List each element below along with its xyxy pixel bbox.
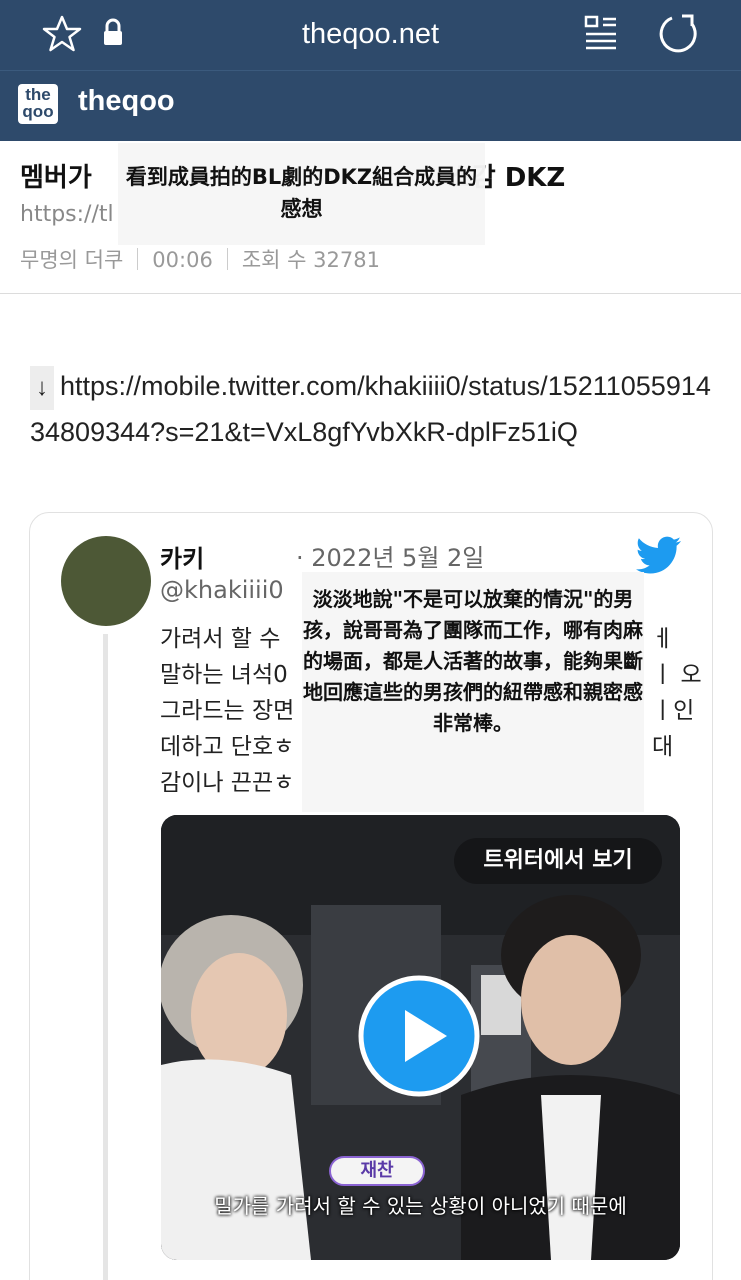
post-views: 조회 수 32781 [241, 248, 380, 272]
down-arrow-icon: ↓ [30, 366, 54, 410]
tweet-text-fragment: 대 [652, 734, 674, 760]
post-time: 00:06 [152, 248, 213, 272]
translation-overlay-title: 看到成員拍的BL劇的DKZ組合成員的感想 [118, 143, 485, 245]
reload-icon[interactable] [658, 12, 700, 54]
speaker-name-tag: 재찬 [329, 1156, 425, 1186]
post-source-url[interactable]: https://tl [20, 202, 114, 227]
tab-list-icon[interactable] [583, 14, 619, 50]
tweet-handle[interactable]: @khakiiii0 [160, 576, 284, 604]
site-logo[interactable]: the qoo [18, 84, 58, 124]
tweet-text-fragment: ㅔ [652, 626, 674, 652]
browser-toolbar: theqoo.net [0, 0, 741, 70]
site-header: the qoo theqoo [0, 70, 741, 141]
tweet-text-line: 가려서 할 수 [160, 626, 281, 652]
tweet-text-line: 데하고 단호ㅎ [160, 734, 295, 760]
meta-divider [226, 248, 228, 270]
post-meta: 무명의 더쿠 00:06 조회 수 32781 [20, 244, 380, 274]
logo-text-bottom: qoo [22, 102, 54, 121]
address-bar[interactable]: theqoo.net [0, 0, 741, 70]
tweet-link[interactable]: ↓ https://mobile.twitter.com/khakiiii0/st… [30, 364, 720, 454]
translation-overlay-tweet: 淡淡地說"不是可以放棄的情況"的男孩，說哥哥為了團隊而工作，哪有肉麻的場面，都是… [302, 572, 644, 812]
post-title-start: 멤버가 [20, 163, 101, 193]
avatar[interactable] [61, 536, 151, 626]
tweet-author-name[interactable]: 카키 [160, 539, 204, 574]
post-author: 무명의 더쿠 [20, 248, 124, 272]
thread-line [103, 634, 108, 1280]
twitter-bird-icon[interactable] [636, 536, 682, 576]
meta-divider [137, 248, 139, 270]
video-subtitle: 밀가를 가려서 할 수 있는 상황이 아니었기 때문에 [214, 1194, 627, 1218]
tweet-date[interactable]: · 2022년 5월 2일 [296, 538, 484, 573]
view-on-twitter-button[interactable]: 트위터에서 보기 [454, 838, 662, 884]
site-name[interactable]: theqoo [78, 85, 175, 118]
header-divider [0, 293, 741, 294]
play-icon[interactable] [357, 974, 481, 1098]
tweet-link-url[interactable]: https://mobile.twitter.com/khakiiii0/sta… [30, 371, 711, 447]
tweet-text-fragment: ㅣ 오 [652, 662, 702, 688]
tweet-text-line: 감이나 끈끈ㅎ [160, 770, 295, 796]
tweet-text-line: 말하는 녀석0 [160, 662, 288, 688]
tweet-text-line: 그라드는 장면 [160, 698, 295, 724]
tweet-text-fragment: ㅣ인 [652, 698, 695, 724]
